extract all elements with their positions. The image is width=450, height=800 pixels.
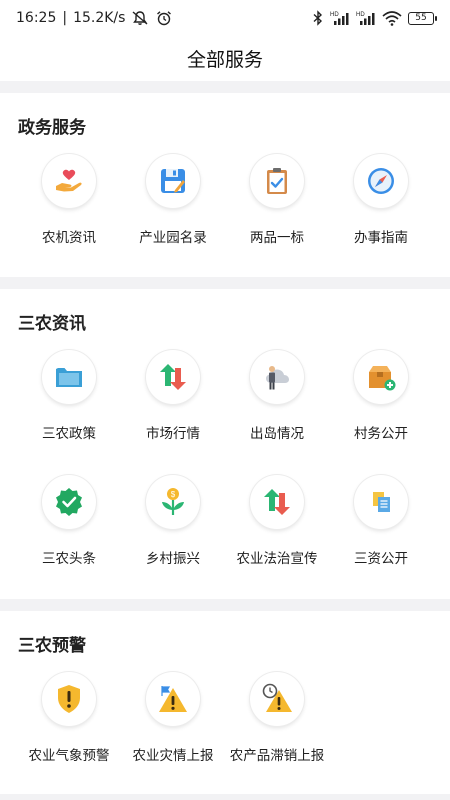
item-label: 农业气象预警 bbox=[28, 748, 110, 764]
icon-circle bbox=[354, 350, 408, 404]
battery-icon: 55 bbox=[408, 11, 437, 25]
section-title: 三农预警 bbox=[18, 636, 86, 656]
signal-hd-icon: HD bbox=[330, 12, 349, 25]
service-item-industrial-park-directory[interactable]: 产业园名录 bbox=[121, 154, 225, 246]
service-item-agriculture-headlines[interactable]: 三农头条 bbox=[17, 475, 121, 567]
item-label: 农业法治宣传 bbox=[236, 551, 318, 567]
icon-circle bbox=[250, 672, 304, 726]
service-item-three-assets-disclosure[interactable]: 三资公开 bbox=[329, 475, 433, 567]
box-add-icon bbox=[369, 366, 396, 391]
documents-icon bbox=[373, 492, 390, 512]
flag-warning-icon bbox=[159, 686, 187, 712]
person-cloud-icon bbox=[266, 366, 289, 390]
item-label: 市场行情 bbox=[146, 426, 200, 442]
bell-off-icon bbox=[132, 11, 148, 25]
item-label: 三农政策 bbox=[42, 426, 96, 442]
service-item-market-quotes[interactable]: 市场行情 bbox=[121, 350, 225, 442]
section-government-services: 政务服务 农机资讯 产业园名录 两品一标 办事指南 bbox=[0, 93, 450, 277]
item-label: 乡村振兴 bbox=[146, 551, 200, 567]
icon-circle bbox=[354, 154, 408, 208]
icon-circle bbox=[42, 672, 96, 726]
item-label: 两品一标 bbox=[250, 230, 304, 246]
shield-alert-icon bbox=[58, 685, 80, 713]
icon-circle bbox=[146, 672, 200, 726]
section-divider bbox=[0, 81, 450, 93]
compass-icon bbox=[368, 168, 394, 194]
svg-text:$: $ bbox=[171, 490, 176, 499]
service-item-rural-revitalization[interactable]: $ 乡村振兴 bbox=[121, 475, 225, 567]
icon-circle: $ bbox=[146, 475, 200, 529]
section-divider bbox=[0, 277, 450, 289]
folder-icon bbox=[56, 368, 82, 387]
status-right: HD HD 55 bbox=[312, 10, 437, 26]
status-speed: 15.2K/s bbox=[73, 10, 126, 26]
icon-circle bbox=[354, 475, 408, 529]
svg-text:HD: HD bbox=[356, 12, 365, 18]
item-label: 出岛情况 bbox=[250, 426, 304, 442]
signal-hd-icon-2: HD bbox=[356, 12, 375, 25]
icon-circle bbox=[250, 475, 304, 529]
svg-text:HD: HD bbox=[330, 12, 339, 18]
verified-badge-icon bbox=[56, 488, 82, 516]
bluetooth-icon bbox=[313, 10, 323, 26]
item-label: 农机资讯 bbox=[42, 230, 96, 246]
section-title: 三农资讯 bbox=[18, 314, 86, 334]
up-down-arrows-icon-2 bbox=[264, 489, 290, 515]
icon-circle bbox=[42, 475, 96, 529]
section-agriculture-warning: 三农预警 农业气象预警 农业灾情上报 农产品滞销上报 bbox=[0, 611, 450, 794]
item-label: 三农头条 bbox=[42, 551, 96, 567]
service-item-island-departure[interactable]: 出岛情况 bbox=[225, 350, 329, 442]
service-item-farm-machinery-news[interactable]: 农机资讯 bbox=[17, 154, 121, 246]
service-item-service-guide[interactable]: 办事指南 bbox=[329, 154, 433, 246]
item-label: 三资公开 bbox=[354, 551, 408, 567]
icon-circle bbox=[42, 154, 96, 208]
icon-circle bbox=[146, 350, 200, 404]
service-item-weather-warning[interactable]: 农业气象预警 bbox=[17, 672, 121, 764]
icon-circle bbox=[42, 350, 96, 404]
icon-circle bbox=[146, 154, 200, 208]
section-agriculture-news: 三农资讯 三农政策 市场行情 出岛情况 村务公开 三农头条 $ 乡村振兴 农业法… bbox=[0, 289, 450, 599]
item-label: 农产品滞销上报 bbox=[229, 748, 325, 764]
icon-circle bbox=[250, 154, 304, 208]
service-item-disaster-report[interactable]: 农业灾情上报 bbox=[121, 672, 225, 764]
wifi-icon bbox=[382, 11, 402, 26]
service-item-unsold-products-report[interactable]: 农产品滞销上报 bbox=[225, 672, 329, 764]
page-title: 全部服务 bbox=[186, 49, 263, 71]
service-item-village-affairs-disclosure[interactable]: 村务公开 bbox=[329, 350, 433, 442]
item-label: 村务公开 bbox=[354, 426, 408, 442]
save-disk-icon bbox=[161, 169, 185, 193]
section-divider bbox=[0, 599, 450, 611]
section-divider bbox=[0, 794, 450, 800]
section-title: 政务服务 bbox=[18, 118, 86, 138]
up-down-arrows-icon bbox=[160, 364, 186, 390]
status-time: 16:25 bbox=[16, 10, 57, 26]
service-item-two-products-one-mark[interactable]: 两品一标 bbox=[225, 154, 329, 246]
item-label: 产业园名录 bbox=[139, 230, 207, 246]
status-left: 16:25 | 15.2K/s bbox=[16, 10, 173, 26]
icon-circle bbox=[250, 350, 304, 404]
status-separator: | bbox=[62, 10, 68, 26]
service-item-agriculture-policy[interactable]: 三农政策 bbox=[17, 350, 121, 442]
clock-warning-icon bbox=[262, 683, 292, 712]
clipboard-check-icon bbox=[267, 168, 287, 194]
sprout-coin-icon: $ bbox=[162, 488, 184, 515]
item-label: 农业灾情上报 bbox=[132, 748, 214, 764]
heart-hand-icon bbox=[56, 169, 82, 192]
item-label: 办事指南 bbox=[354, 230, 408, 246]
alarm-icon bbox=[157, 11, 172, 26]
status-bar: 16:25 | 15.2K/s HD HD 55 bbox=[0, 0, 450, 36]
service-item-agriculture-law-publicity[interactable]: 农业法治宣传 bbox=[225, 475, 329, 567]
